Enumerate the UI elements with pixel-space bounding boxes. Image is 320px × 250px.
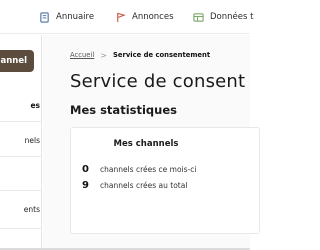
stats-card-title: Mes channels xyxy=(113,139,179,149)
sidebar-divider xyxy=(0,121,41,122)
sidebar-divider xyxy=(0,228,41,229)
book-icon xyxy=(40,11,49,23)
nav-annonces-label: Annonces xyxy=(132,12,174,22)
nav-donnees[interactable]: Données t xyxy=(193,10,253,24)
sidebar-item-consents[interactable]: ents xyxy=(0,202,41,216)
breadcrumb: Accueil > Service de consentement xyxy=(70,49,210,61)
breadcrumb-separator: > xyxy=(100,50,107,60)
stat-row: 0 channels crées ce mois-ci xyxy=(82,164,196,175)
stats-card: Mes channels 0 channels crées ce mois-ci… xyxy=(70,127,260,234)
stat-row: 9 channels crées au total xyxy=(82,180,187,191)
sidebar-item-empty[interactable] xyxy=(0,168,41,182)
page-title: Service de consent xyxy=(70,71,246,92)
sidebar-divider xyxy=(0,190,41,191)
stat-value: 0 xyxy=(82,164,89,175)
top-navigation: Annuaire Annonces Données t xyxy=(0,0,253,34)
nav-annuaire-label: Annuaire xyxy=(56,12,95,22)
table-icon xyxy=(193,12,204,22)
sidebar-item-active[interactable]: es xyxy=(0,98,41,112)
nav-annonces[interactable]: Annonces xyxy=(115,10,174,24)
stat-label: channels crées au total xyxy=(100,181,188,190)
flag-icon xyxy=(117,12,126,22)
sidebar-divider xyxy=(0,156,41,157)
sidebar-item-channels[interactable]: nels xyxy=(0,133,41,147)
sidebar: channel es nels ents xyxy=(0,35,42,250)
main-content: Accueil > Service de consentement Servic… xyxy=(43,35,260,250)
breadcrumb-current: Service de consentement xyxy=(112,51,211,59)
nav-donnees-label: Données t xyxy=(210,12,254,22)
stat-label: channels crées ce mois-ci xyxy=(100,165,197,174)
nav-annuaire[interactable]: Annuaire xyxy=(39,10,94,24)
section-title: Mes statistiques xyxy=(70,103,177,117)
new-channel-button[interactable]: channel xyxy=(0,50,34,72)
stat-value: 9 xyxy=(82,180,89,191)
breadcrumb-home-link[interactable]: Accueil xyxy=(70,51,94,59)
